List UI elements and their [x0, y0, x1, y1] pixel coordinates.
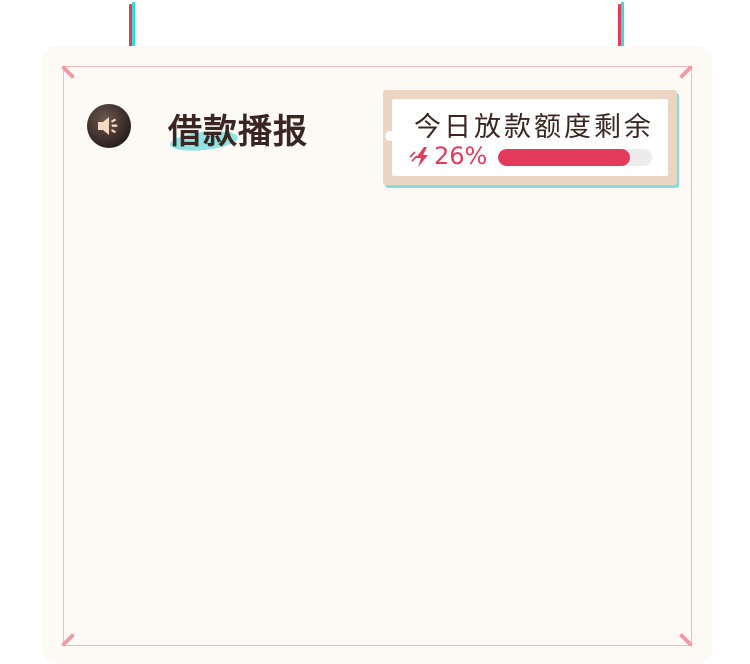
quota-progress-bar — [498, 149, 652, 166]
quota-card-inner: 今日放款额度剩余 26% — [392, 99, 668, 176]
page-title: 借款播报 — [168, 112, 308, 152]
lightning-icon — [409, 147, 428, 167]
quota-progress-fill — [498, 149, 631, 166]
quota-percent: 26% — [434, 142, 488, 170]
quota-card: 今日放款额度剩余 26% — [383, 90, 677, 185]
speaker-button[interactable] — [87, 104, 131, 148]
quota-title: 今日放款额度剩余 — [414, 112, 654, 143]
speaker-icon — [98, 117, 118, 135]
title-group: 借款播报 — [168, 104, 308, 154]
broadcast-panel: 借款播报 今日放款额度剩余 26% — [0, 0, 750, 664]
